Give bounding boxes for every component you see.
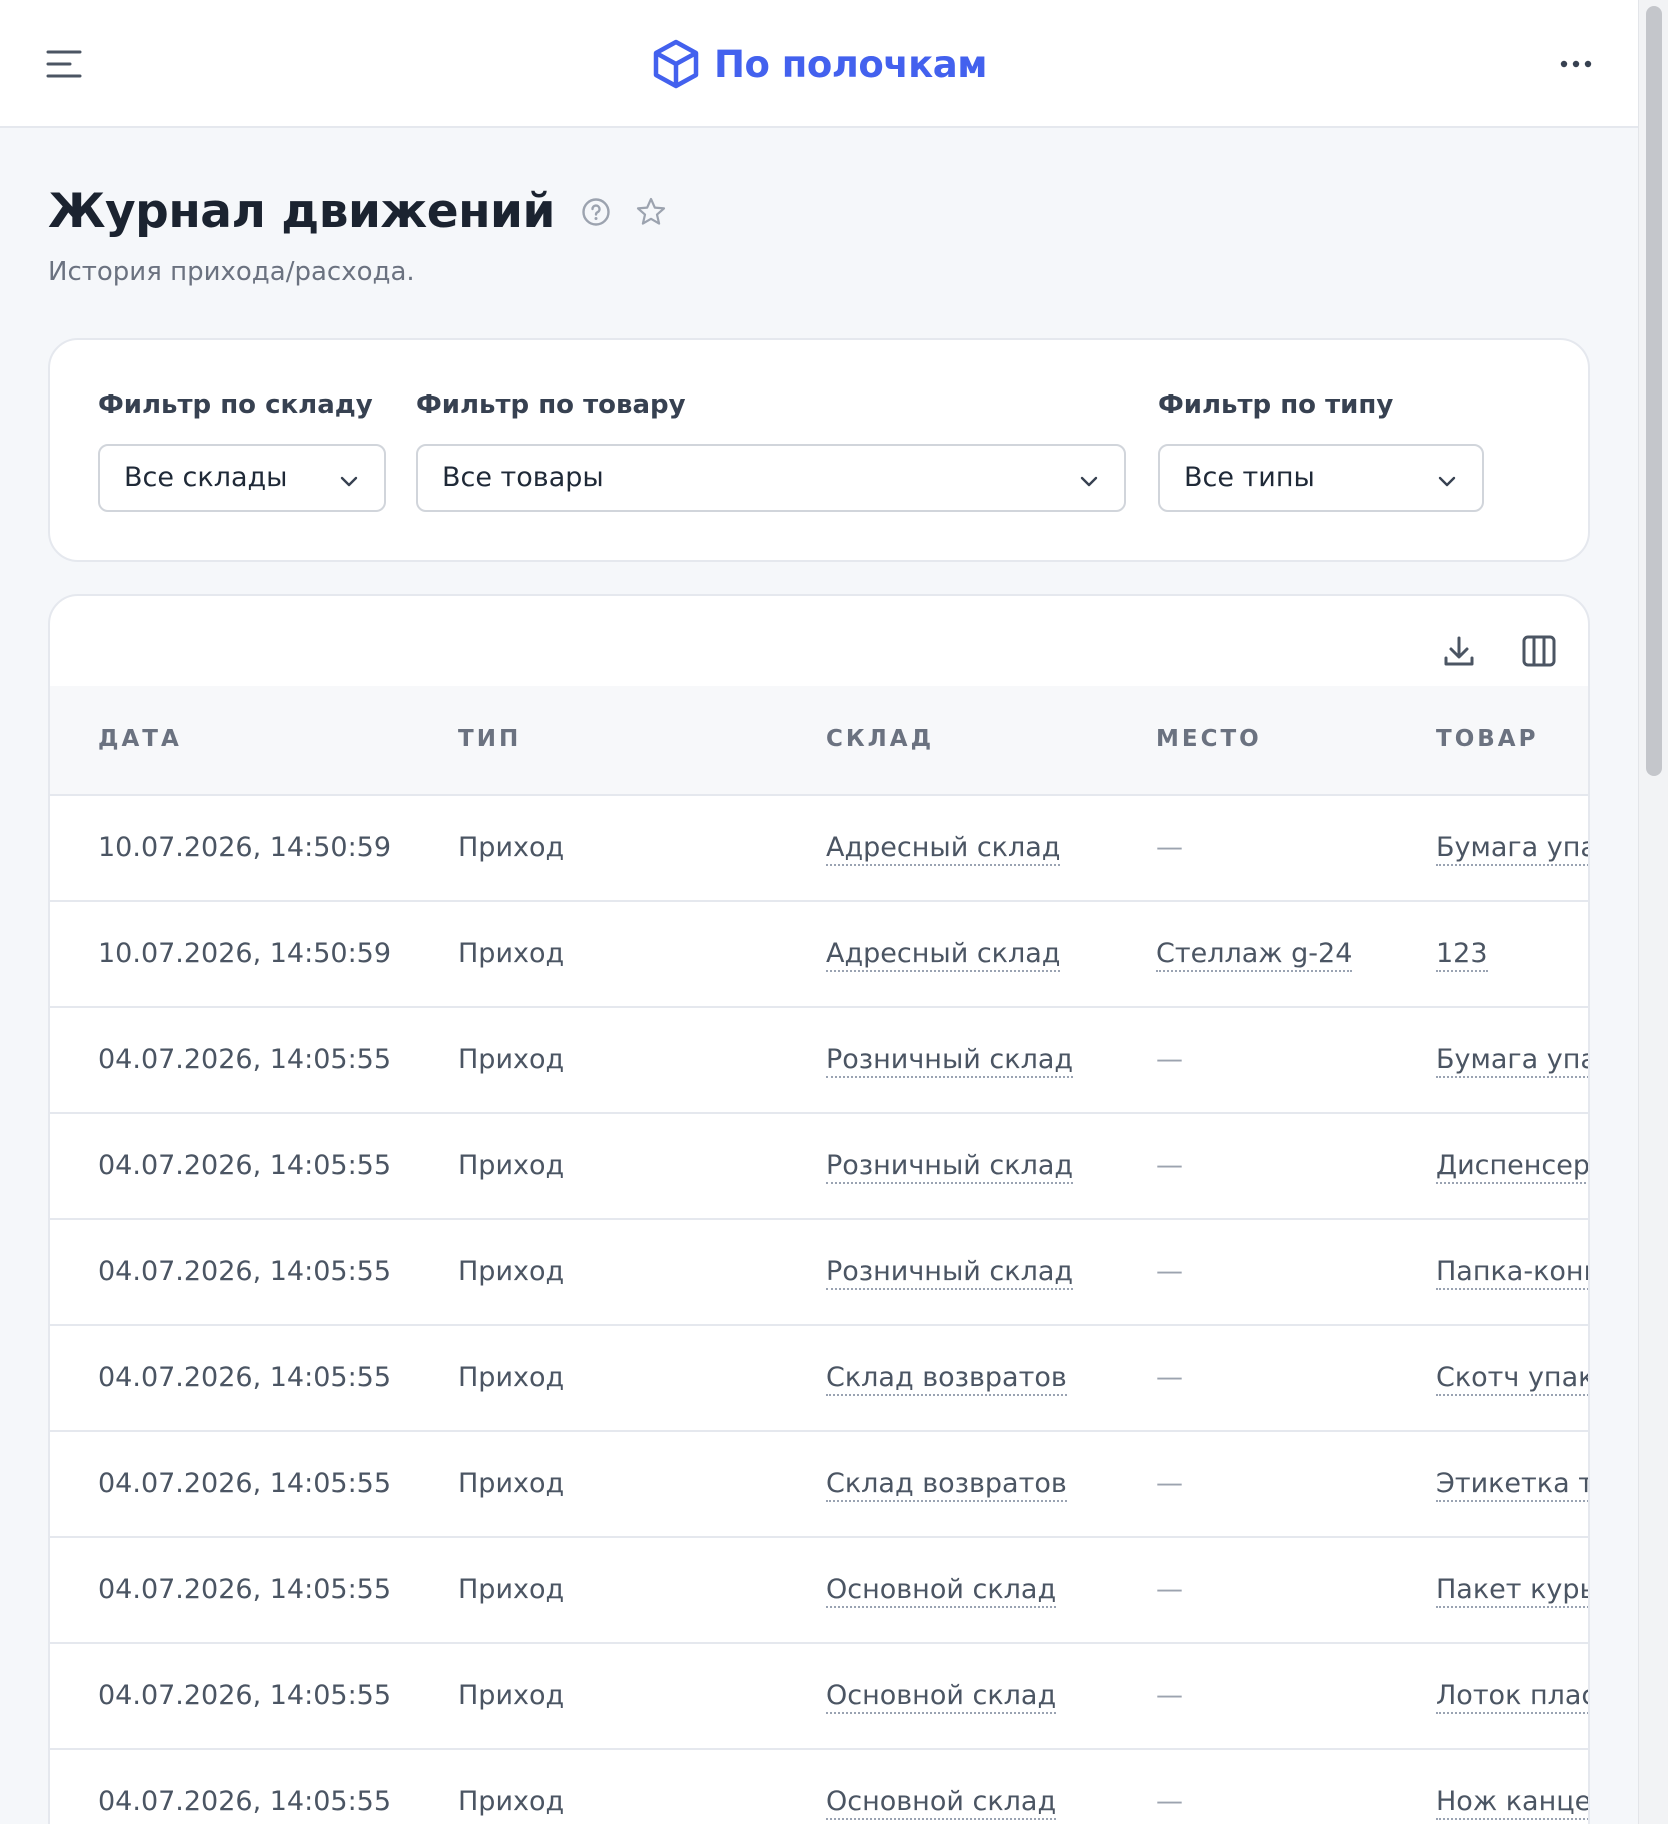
chevron-down-icon (340, 476, 358, 487)
page-subtitle: История прихода/расхода. (48, 257, 415, 287)
vertical-scrollbar[interactable] (1638, 0, 1668, 1824)
table-row[interactable]: 10.07.2026, 14:50:59 Приход Адресный скл… (50, 902, 1588, 1008)
filter-type-label: Фильтр по типу (1158, 390, 1394, 420)
cell-product-link[interactable]: 123 (1436, 938, 1488, 972)
scrollbar-thumb[interactable] (1646, 6, 1662, 776)
cell-warehouse-link[interactable]: Склад возвратов (826, 1468, 1067, 1502)
column-header-type[interactable]: ТИП (458, 726, 521, 752)
download-icon[interactable] (1438, 630, 1480, 672)
cell-date: 04.07.2026, 14:05:55 (98, 1362, 392, 1393)
table-row[interactable]: 04.07.2026, 14:05:55 Приход Основной скл… (50, 1750, 1588, 1824)
cell-type: Приход (458, 938, 565, 969)
cell-type: Приход (458, 1150, 565, 1181)
cell-date: 04.07.2026, 14:05:55 (98, 1786, 392, 1817)
filter-warehouse-label: Фильтр по складу (98, 390, 373, 420)
cell-product-link[interactable]: Пакет курье (1436, 1574, 1588, 1608)
cell-place: — (1156, 1150, 1183, 1181)
box-logo-icon (653, 39, 699, 89)
cell-product-link[interactable]: Бумага упак (1436, 1044, 1588, 1078)
cell-product-link[interactable]: Скотч упако (1436, 1362, 1588, 1396)
more-dots-icon[interactable] (1548, 44, 1604, 84)
table-row[interactable]: 04.07.2026, 14:05:55 Приход Склад возвра… (50, 1326, 1588, 1432)
cell-place: — (1156, 1256, 1183, 1287)
column-header-warehouse[interactable]: СКЛАД (826, 726, 934, 752)
product-select-value: Все товары (442, 462, 604, 493)
cell-date: 04.07.2026, 14:05:55 (98, 1574, 392, 1605)
cell-warehouse-link[interactable]: Адресный склад (826, 832, 1061, 866)
table-row[interactable]: 04.07.2026, 14:05:55 Приход Розничный ск… (50, 1220, 1588, 1326)
cell-product-link[interactable]: Лоток пласт (1436, 1680, 1588, 1714)
filter-product-label: Фильтр по товару (416, 390, 686, 420)
columns-icon[interactable] (1518, 630, 1560, 672)
cell-product-link[interactable]: Бумага упак (1436, 832, 1588, 866)
table-row[interactable]: 04.07.2026, 14:05:55 Приход Основной скл… (50, 1644, 1588, 1750)
top-bar: По полочкам (0, 0, 1638, 128)
movements-table-card: ДАТА ТИП СКЛАД МЕСТО ТОВАР 10.07.2026, 1… (48, 594, 1590, 1824)
cell-place: — (1156, 1044, 1183, 1075)
filters-card: Фильтр по складу Все склады Фильтр по то… (48, 338, 1590, 562)
menu-icon[interactable] (42, 44, 86, 84)
chevron-down-icon (1438, 476, 1456, 487)
filter-type: Фильтр по типу (1158, 390, 1393, 424)
brand-logo[interactable]: По полочкам (650, 36, 988, 92)
cell-type: Приход (458, 832, 565, 863)
cell-type: Приход (458, 1362, 565, 1393)
warehouse-select[interactable]: Все склады (98, 444, 386, 512)
cell-warehouse-link[interactable]: Основной склад (826, 1680, 1057, 1714)
cell-place: — (1156, 1574, 1183, 1605)
cell-warehouse-link[interactable]: Розничный склад (826, 1256, 1074, 1290)
cell-place: — (1156, 1786, 1183, 1817)
type-select[interactable]: Все типы (1158, 444, 1484, 512)
help-circle-icon[interactable] (581, 197, 611, 227)
cell-date: 10.07.2026, 14:50:59 (98, 938, 392, 969)
product-select[interactable]: Все товары (416, 444, 1126, 512)
cell-warehouse-link[interactable]: Адресный склад (826, 938, 1061, 972)
cell-place: — (1156, 832, 1183, 863)
table-row[interactable]: 04.07.2026, 14:05:55 Приход Склад возвра… (50, 1432, 1588, 1538)
page-title: Журнал движений (48, 184, 555, 239)
cell-date: 04.07.2026, 14:05:55 (98, 1468, 392, 1499)
cell-warehouse-link[interactable]: Розничный склад (826, 1044, 1074, 1078)
cell-type: Приход (458, 1044, 565, 1075)
cell-warehouse-link[interactable]: Основной склад (826, 1574, 1057, 1608)
cell-place: — (1156, 1468, 1183, 1499)
cell-date: 04.07.2026, 14:05:55 (98, 1150, 392, 1181)
filter-product: Фильтр по товару (416, 390, 686, 424)
table-header: ДАТА ТИП СКЛАД МЕСТО ТОВАР (50, 686, 1588, 796)
star-icon[interactable] (635, 196, 667, 228)
cell-place: — (1156, 1362, 1183, 1393)
cell-warehouse-link[interactable]: Склад возвратов (826, 1362, 1067, 1396)
column-header-place[interactable]: МЕСТО (1156, 726, 1262, 752)
cell-warehouse-link[interactable]: Розничный склад (826, 1150, 1074, 1184)
cell-product-link[interactable]: Этикетка те (1436, 1468, 1588, 1502)
type-select-value: Все типы (1184, 462, 1315, 493)
app-window: По полочкам Журнал движений История прих… (0, 0, 1638, 1824)
cell-type: Приход (458, 1680, 565, 1711)
table-row[interactable]: 04.07.2026, 14:05:55 Приход Розничный ск… (50, 1114, 1588, 1220)
filter-warehouse: Фильтр по складу (98, 390, 373, 424)
column-header-product[interactable]: ТОВАР (1436, 726, 1538, 752)
table-row[interactable]: 04.07.2026, 14:05:55 Приход Розничный ск… (50, 1008, 1588, 1114)
cell-date: 04.07.2026, 14:05:55 (98, 1256, 392, 1287)
chevron-down-icon (1080, 476, 1098, 487)
cell-type: Приход (458, 1786, 565, 1817)
cell-warehouse-link[interactable]: Основной склад (826, 1786, 1057, 1820)
table-row[interactable]: 10.07.2026, 14:50:59 Приход Адресный скл… (50, 796, 1588, 902)
cell-place: — (1156, 1680, 1183, 1711)
cell-product-link[interactable]: Диспенсер (1436, 1150, 1588, 1184)
warehouse-select-value: Все склады (124, 462, 288, 493)
cell-product-link[interactable]: Нож канцел (1436, 1786, 1588, 1820)
cell-date: 10.07.2026, 14:50:59 (98, 832, 392, 863)
cell-type: Приход (458, 1256, 565, 1287)
cell-type: Приход (458, 1574, 565, 1605)
cell-type: Приход (458, 1468, 565, 1499)
table-row[interactable]: 04.07.2026, 14:05:55 Приход Основной скл… (50, 1538, 1588, 1644)
brand-name: По полочкам (714, 42, 988, 86)
cell-place-link[interactable]: Стеллаж g-24 (1156, 938, 1353, 972)
page-header: Журнал движений История прихода/расхода. (48, 184, 667, 287)
cell-date: 04.07.2026, 14:05:55 (98, 1044, 392, 1075)
cell-product-link[interactable]: Папка-конв (1436, 1256, 1588, 1290)
cell-date: 04.07.2026, 14:05:55 (98, 1680, 392, 1711)
column-header-date[interactable]: ДАТА (98, 726, 182, 752)
